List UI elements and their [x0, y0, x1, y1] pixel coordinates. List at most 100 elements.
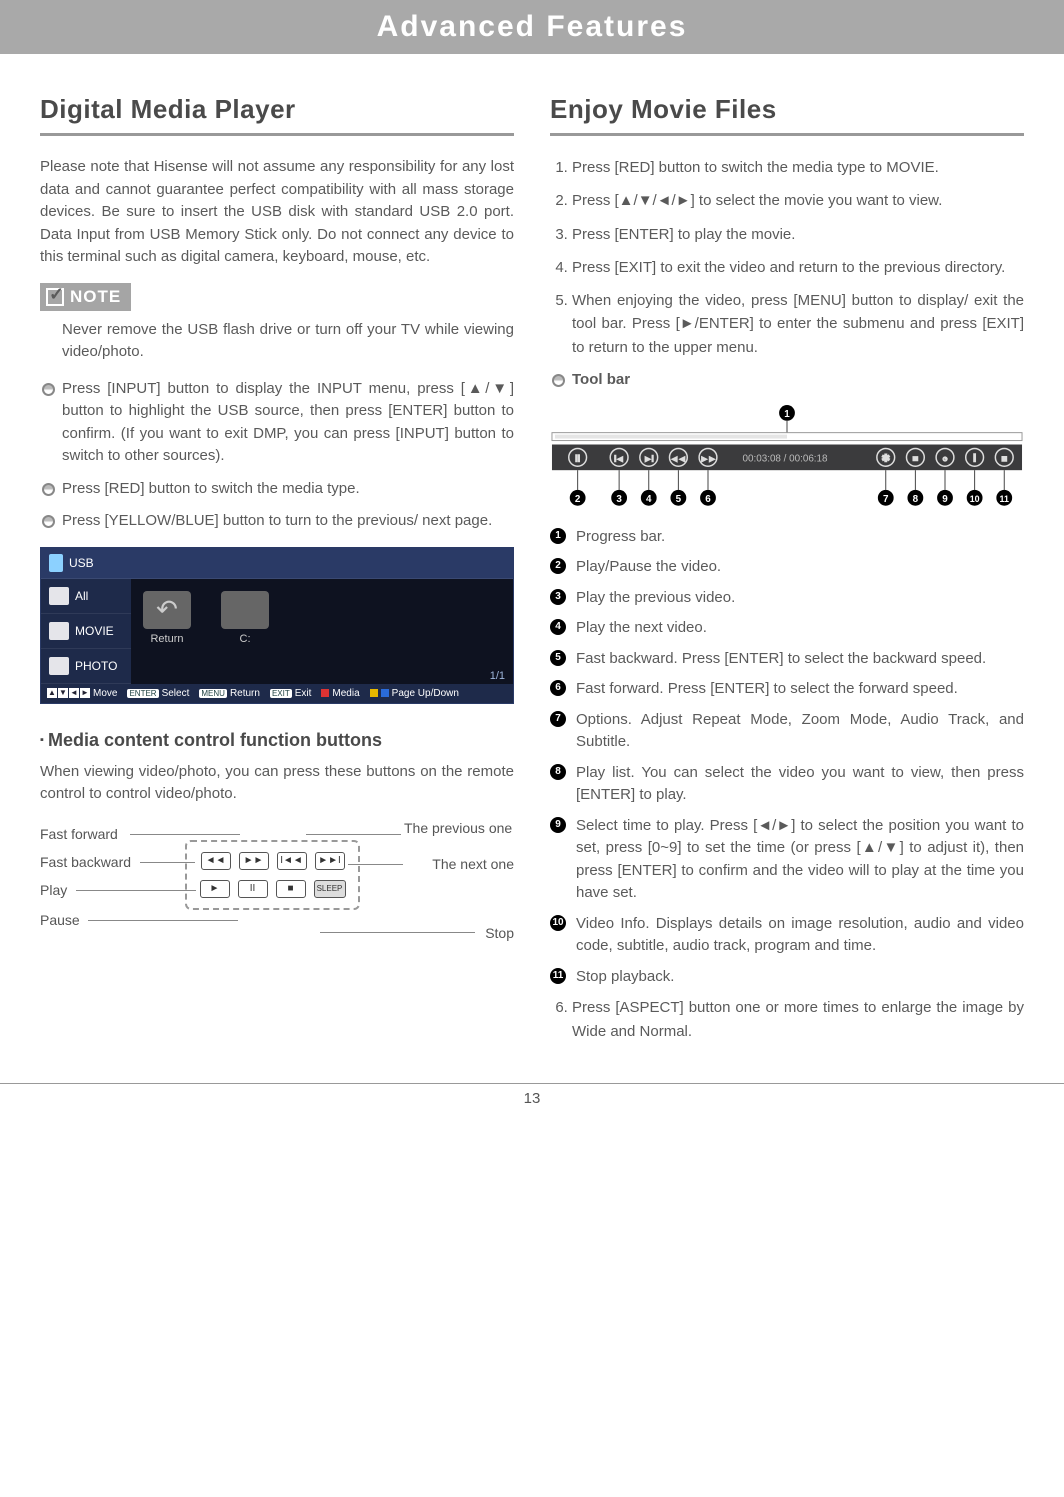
blue-button-icon [381, 689, 389, 697]
svg-text:9: 9 [942, 494, 948, 505]
legend-item: Play the previous video. [550, 587, 1024, 610]
dpad-icon: ▲▼◄► [47, 688, 90, 698]
hint-page: Page Up/Down [370, 688, 459, 699]
menu-key-icon: MENU [199, 689, 227, 698]
connector-line [76, 890, 196, 891]
skip-previous-button-icon: I◄◄ [277, 852, 307, 870]
movie-step-6: Press [ASPECT] button one or more times … [550, 996, 1024, 1043]
svg-text:5: 5 [676, 494, 682, 505]
label-pause: Pause [40, 912, 80, 928]
svg-text:3: 3 [616, 494, 622, 505]
subheading-media-controls: Media content control function buttons [40, 730, 514, 751]
intro-paragraph: Please note that Hisense will not assume… [40, 156, 514, 269]
svg-text:►►: ►► [700, 455, 716, 464]
step-item: When enjoying the video, press [MENU] bu… [572, 289, 1024, 359]
hint-exit: EXITExit [270, 688, 311, 699]
svg-text:6: 6 [705, 494, 711, 505]
step-item: Press [ENTER] to play the movie. [572, 223, 1024, 246]
svg-text:II: II [575, 454, 580, 464]
stop-button-icon: ■ [276, 880, 306, 898]
instruction-item: Press [RED] button to switch the media t… [40, 478, 514, 501]
svg-text:8: 8 [913, 494, 919, 505]
remote-button-cluster: ◄◄ ►► I◄◄ ►►I ► II ■ SLEEP [185, 840, 360, 910]
legend-item: Fast backward. Press [ENTER] to select t… [550, 648, 1024, 671]
instruction-item: Press [INPUT] button to display the INPU… [40, 378, 514, 468]
toolbar-label: Tool bar [550, 369, 1024, 392]
svg-text:10: 10 [970, 494, 980, 504]
usb-label: USB [69, 556, 94, 570]
sidebar-item-photo: PHOTO [41, 649, 131, 684]
legend-item: Play/Pause the video. [550, 556, 1024, 579]
toolbar-bullet: Tool bar [550, 369, 1024, 392]
svg-text:◔: ◔ [942, 454, 947, 464]
screenshot-body: All MOVIE PHOTO Return C: [41, 579, 513, 684]
page-header: Advanced Features [0, 0, 1064, 54]
toolbar-diagram: 1 II I◄ ►I ◄◄ ►► 00:03:08 / 00: [550, 405, 1024, 514]
step-item: Press [RED] button to switch the media t… [572, 156, 1024, 179]
legend-item: Play the next video. [550, 617, 1024, 640]
svg-text:I◄: I◄ [614, 455, 624, 464]
instruction-item: Press [YELLOW/BLUE] button to turn to th… [40, 510, 514, 533]
sidebar-item-movie: MOVIE [41, 614, 131, 649]
exit-key-icon: EXIT [270, 689, 292, 698]
fast-forward-button-icon: ►► [239, 852, 269, 870]
label-next: The next one [432, 856, 514, 872]
toolbar-svg: 1 II I◄ ►I ◄◄ ►► 00:03:08 / 00: [550, 405, 1024, 514]
play-button-icon: ► [200, 880, 230, 898]
toolbar-time-text: 00:03:08 / 00:06:18 [743, 454, 828, 465]
section-title-movie: Enjoy Movie Files [550, 94, 1024, 136]
svg-text:11: 11 [1000, 494, 1009, 504]
step-item: Press [▲/▼/◄/►] to select the movie you … [572, 189, 1024, 212]
label-play: Play [40, 882, 67, 898]
legend-item: Stop playback. [550, 966, 1024, 989]
svg-text:≡: ≡ [913, 454, 918, 464]
movie-steps: Press [RED] button to switch the media t… [550, 156, 1024, 359]
manual-page: Advanced Features Digital Media Player P… [0, 0, 1064, 1147]
legend-item: Select time to play. Press [◄/►] to sele… [550, 815, 1024, 905]
instruction-list: Press [INPUT] button to display the INPU… [40, 378, 514, 533]
red-button-icon [321, 689, 329, 697]
folder-grid: Return C: [131, 579, 513, 668]
toolbar-legend: Progress bar. Play/Pause the video. Play… [550, 526, 1024, 989]
legend-item: Options. Adjust Repeat Mode, Zoom Mode, … [550, 709, 1024, 754]
subheading-text: When viewing video/photo, you can press … [40, 761, 514, 806]
svg-text:✱: ✱ [882, 454, 890, 465]
connector-line [140, 862, 195, 863]
page-indicator: 1/1 [131, 668, 513, 684]
legend-item: Progress bar. [550, 526, 1024, 549]
page-number: 13 [0, 1083, 1064, 1107]
folder-return: Return [143, 591, 191, 645]
label-fast-backward: Fast backward [40, 854, 131, 870]
checkmark-icon [46, 288, 64, 306]
svg-text:►I: ►I [644, 455, 654, 464]
connector-line [130, 834, 240, 835]
all-icon [49, 587, 69, 605]
legend-item: Fast forward. Press [ENTER] to select th… [550, 678, 1024, 701]
pause-button-icon: II [238, 880, 268, 898]
yellow-button-icon [370, 689, 378, 697]
remote-control-diagram: Fast forward Fast backward Play Pause Th… [40, 820, 514, 960]
hint-move: ▲▼◄►Move [47, 688, 117, 699]
hint-return: MENUReturn [199, 688, 260, 699]
movie-icon [49, 622, 69, 640]
usb-icon [49, 554, 63, 572]
label-fast-forward: Fast forward [40, 826, 118, 842]
left-column: Digital Media Player Please note that Hi… [40, 94, 514, 1053]
sleep-button: SLEEP [314, 880, 346, 898]
note-box: NOTE [40, 283, 131, 311]
enter-key-icon: ENTER [127, 689, 158, 698]
hint-media: Media [321, 688, 359, 699]
two-column-layout: Digital Media Player Please note that Hi… [0, 94, 1064, 1053]
label-previous: The previous one [404, 820, 514, 836]
connector-line [306, 834, 401, 835]
hint-select: ENTERSelect [127, 688, 189, 699]
svg-text:7: 7 [883, 494, 889, 505]
folder-icon [221, 591, 269, 629]
sidebar-item-all: All [41, 579, 131, 614]
svg-text:◄◄: ◄◄ [671, 455, 687, 464]
step-item: Press [ASPECT] button one or more times … [572, 996, 1024, 1043]
connector-line [348, 864, 403, 865]
folder-c: C: [221, 591, 269, 645]
rewind-button-icon: ◄◄ [201, 852, 231, 870]
step-item: Press [EXIT] to exit the video and retur… [572, 256, 1024, 279]
